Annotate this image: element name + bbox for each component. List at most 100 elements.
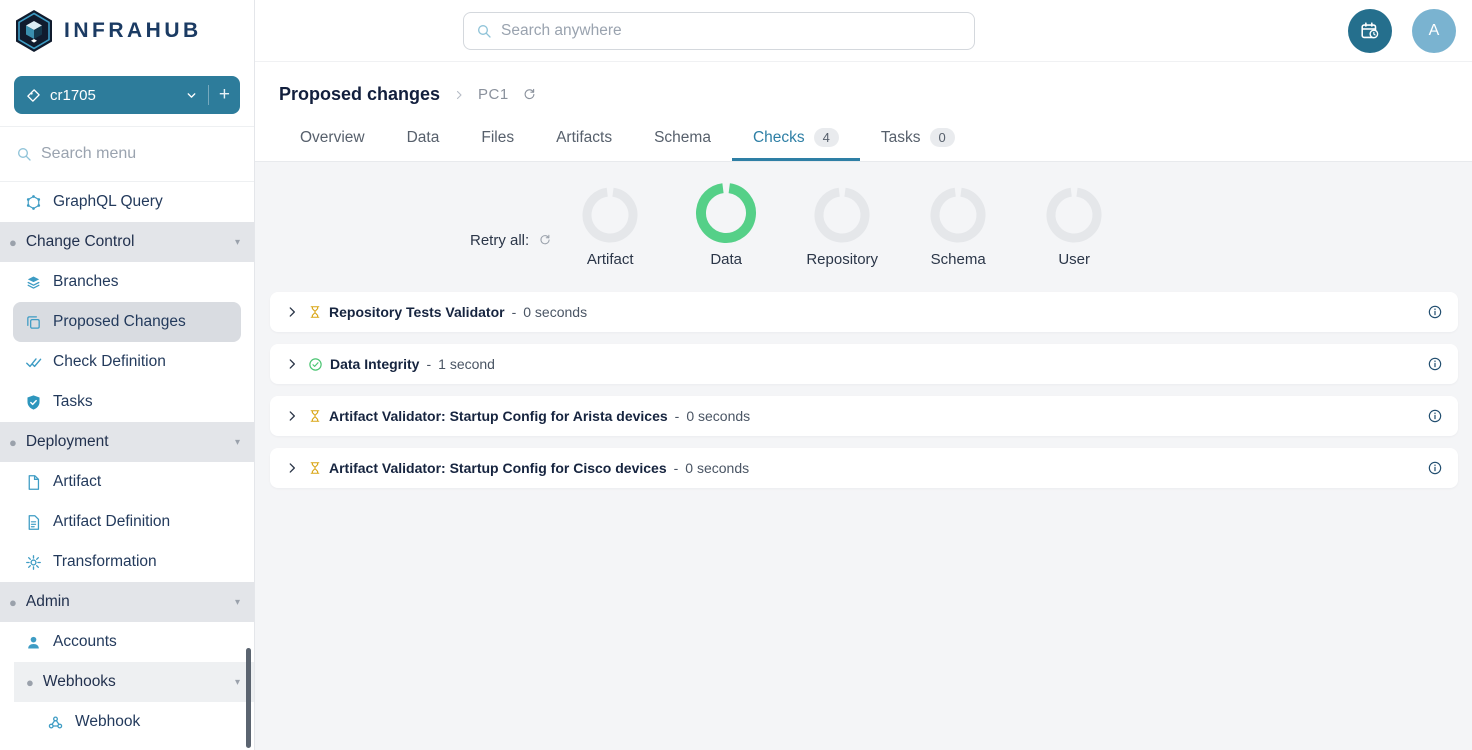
ring-label: Data (668, 251, 784, 268)
bullet-icon: ● (9, 595, 17, 610)
brand-wordmark: INFRAHUB (64, 19, 202, 43)
separator: - (512, 304, 517, 320)
sidebar-item-graphql-query[interactable]: GraphQL Query (0, 182, 254, 222)
layers-icon (25, 274, 42, 291)
global-search-input[interactable] (501, 22, 962, 40)
logo[interactable]: INFRAHUB (0, 0, 254, 62)
webhook-icon (47, 714, 64, 731)
progress-ring-icon (695, 182, 757, 244)
ring-label: User (1016, 251, 1132, 268)
retry-icon[interactable] (538, 233, 552, 247)
info-icon[interactable] (1427, 460, 1443, 476)
tab-schema[interactable]: Schema (633, 118, 732, 161)
main-area: A Proposed changes PC1 Overview Data Fil… (255, 0, 1472, 750)
chevron-right-icon[interactable] (285, 357, 299, 371)
validator-duration: 1 second (438, 356, 495, 372)
progress-ring-icon (1045, 186, 1103, 244)
info-icon[interactable] (1427, 356, 1443, 372)
tab-label: Schema (654, 129, 711, 147)
check-category-user[interactable]: User (1016, 182, 1132, 268)
sidebar-item-accounts[interactable]: Accounts (0, 622, 254, 662)
chevron-right-icon[interactable] (285, 461, 299, 475)
check-category-data[interactable]: Data (668, 182, 784, 268)
chevron-right-icon[interactable] (285, 409, 299, 423)
sidebar-item-label: GraphQL Query (53, 193, 163, 211)
sidebar-section-label: Webhooks (43, 673, 116, 691)
validator-duration: 0 seconds (523, 304, 587, 320)
tab-data[interactable]: Data (386, 118, 461, 161)
tab-overview[interactable]: Overview (279, 118, 386, 161)
check-category-repository[interactable]: Repository (784, 182, 900, 268)
sidebar-item-label: Tasks (53, 393, 93, 411)
sidebar-item-artifact[interactable]: Artifact (0, 462, 254, 502)
tab-artifacts[interactable]: Artifacts (535, 118, 633, 161)
caret-down-icon: ▾ (235, 237, 240, 248)
sidebar-item-label: Webhook (75, 713, 140, 731)
copy-icon (25, 314, 42, 331)
info-icon[interactable] (1427, 408, 1443, 424)
bullet-icon: ● (9, 235, 17, 250)
tab-label: Files (481, 129, 514, 147)
sidebar-scrollbar[interactable] (246, 648, 251, 748)
retry-all-label: Retry all: (470, 232, 529, 249)
menu-search-input[interactable] (41, 145, 211, 163)
sidebar-item-transformation[interactable]: Transformation (0, 542, 254, 582)
page-title: Proposed changes (279, 84, 440, 105)
sidebar-item-proposed-changes[interactable]: Proposed Changes (13, 302, 241, 342)
avatar[interactable]: A (1412, 9, 1456, 53)
validator-row[interactable]: Data Integrity - 1 second (270, 344, 1458, 384)
info-icon[interactable] (1427, 304, 1443, 320)
tab-label: Checks (753, 129, 805, 147)
sidebar-section-deployment[interactable]: ● Deployment ▾ (0, 422, 254, 462)
validator-title: Data Integrity (330, 356, 419, 372)
sidebar-section-change-control[interactable]: ● Change Control ▾ (0, 222, 254, 262)
caret-down-icon: ▾ (235, 677, 240, 688)
sidebar-item-webhook[interactable]: Webhook (0, 702, 254, 742)
ring-label: Repository (784, 251, 900, 268)
refresh-icon[interactable] (522, 87, 537, 102)
tab-label: Data (407, 129, 440, 147)
tab-label: Artifacts (556, 129, 612, 147)
check-category-artifact[interactable]: Artifact (552, 182, 668, 268)
tab-label: Tasks (881, 129, 921, 147)
sidebar-item-branches[interactable]: Branches (0, 262, 254, 302)
divider (208, 85, 209, 105)
tab-files[interactable]: Files (460, 118, 535, 161)
chevron-down-icon[interactable] (185, 89, 198, 102)
global-search[interactable] (463, 12, 975, 50)
sidebar-item-tasks[interactable]: Tasks (0, 382, 254, 422)
chevron-right-icon (453, 89, 465, 101)
tab-tasks[interactable]: Tasks0 (860, 118, 976, 161)
sidebar: INFRAHUB cr1705 + GraphQL Query ● Change… (0, 0, 255, 750)
sidebar-item-check-definition[interactable]: Check Definition (0, 342, 254, 382)
chevron-right-icon[interactable] (285, 305, 299, 319)
progress-ring-icon (581, 186, 639, 244)
validator-row[interactable]: Artifact Validator: Startup Config for A… (270, 396, 1458, 436)
hourglass-icon (308, 461, 322, 475)
search-icon (16, 146, 32, 162)
sidebar-item-artifact-definition[interactable]: Artifact Definition (0, 502, 254, 542)
validator-row[interactable]: Artifact Validator: Startup Config for C… (270, 448, 1458, 488)
sidebar-item-label: Accounts (53, 633, 117, 651)
topbar: A (255, 0, 1472, 62)
time-travel-button[interactable] (1348, 9, 1392, 53)
check-category-schema[interactable]: Schema (900, 182, 1016, 268)
hourglass-icon (308, 409, 322, 423)
branch-selector[interactable]: cr1705 + (14, 76, 240, 114)
caret-down-icon: ▾ (235, 437, 240, 448)
validator-duration: 0 seconds (685, 460, 749, 476)
sidebar-item-label: Proposed Changes (53, 313, 186, 331)
sidebar-section-admin[interactable]: ● Admin ▾ (0, 582, 254, 622)
add-branch-button[interactable]: + (219, 84, 230, 106)
sidebar-section-label: Deployment (26, 433, 109, 451)
search-icon (476, 23, 492, 39)
breadcrumb-item[interactable]: PC1 (478, 86, 509, 103)
sidebar-item-label: Check Definition (53, 353, 166, 371)
tab-label: Overview (300, 129, 365, 147)
tab-checks[interactable]: Checks4 (732, 118, 860, 161)
validator-title: Repository Tests Validator (329, 304, 505, 320)
sidebar-section-webhooks[interactable]: ● Webhooks ▾ (14, 662, 254, 702)
sidebar-item-label: Branches (53, 273, 118, 291)
menu-search[interactable] (0, 126, 254, 182)
validator-row[interactable]: Repository Tests Validator - 0 seconds (270, 292, 1458, 332)
